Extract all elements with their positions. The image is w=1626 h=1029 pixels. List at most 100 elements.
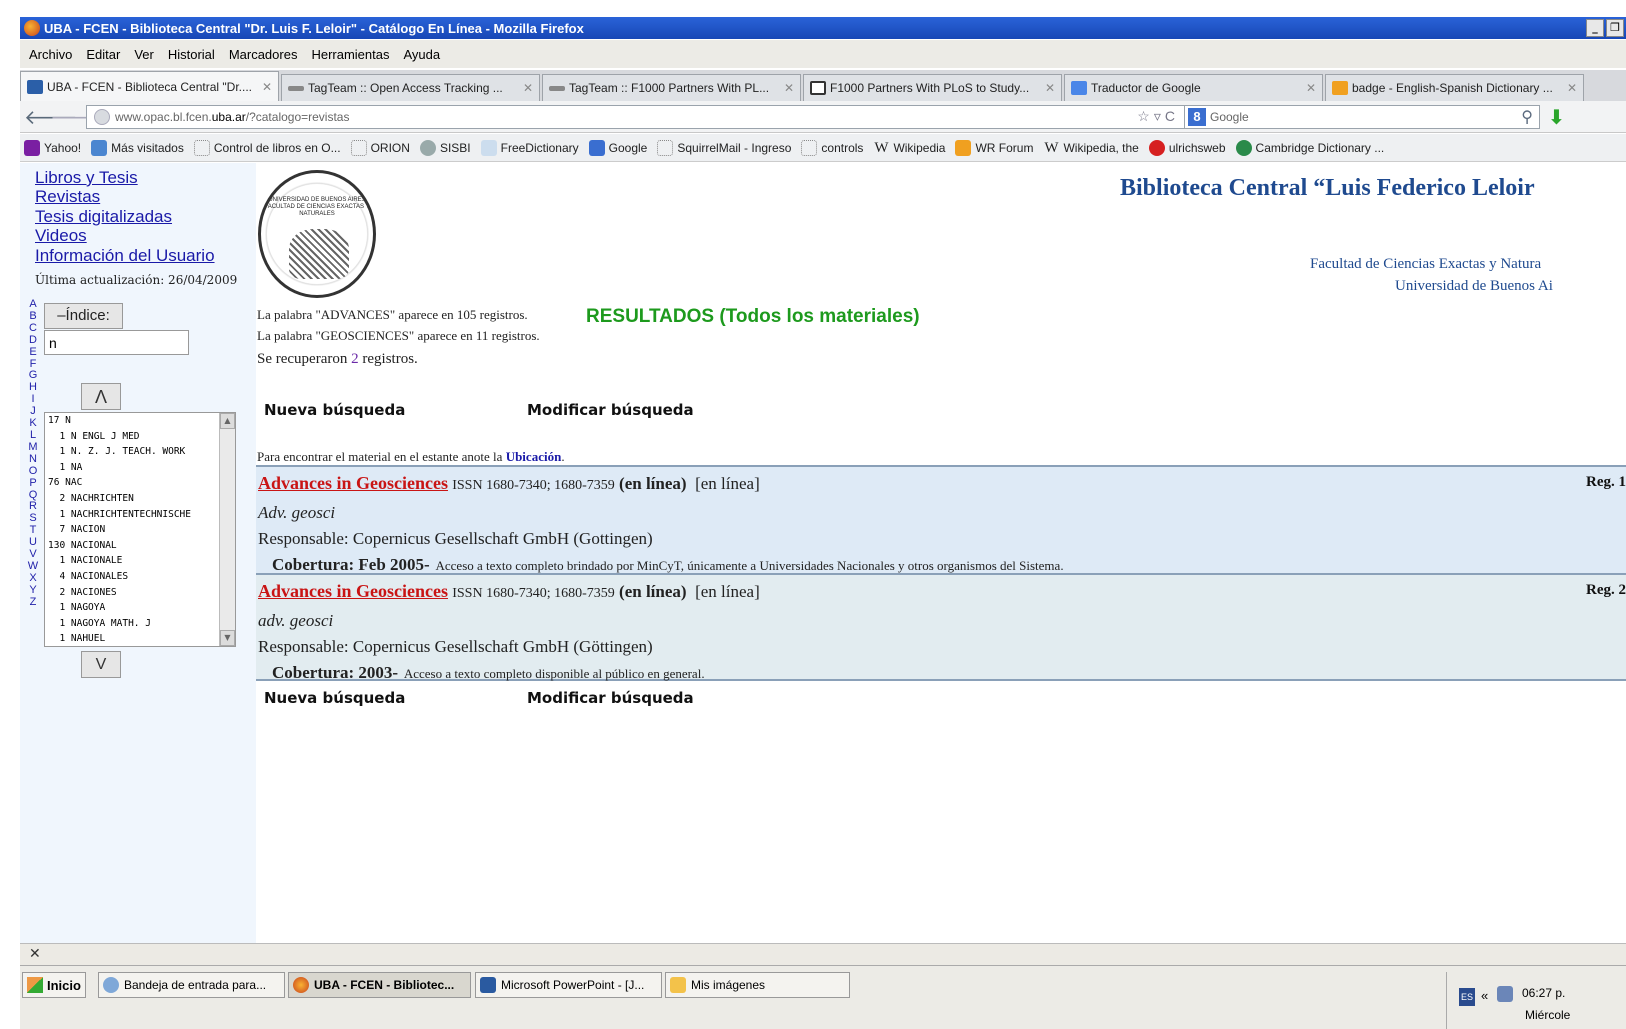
- link-tesis-digitalizadas[interactable]: Tesis digitalizadas: [35, 207, 172, 227]
- index-item[interactable]: 1 NA: [45, 460, 235, 476]
- scroll-up-arrow-icon[interactable]: ▲: [220, 413, 235, 429]
- link-revistas[interactable]: Revistas: [35, 187, 100, 207]
- menu-herramientas[interactable]: Herramientas: [311, 47, 389, 62]
- index-item[interactable]: 1 NAGOYA: [45, 600, 235, 616]
- tab-uba-fcen[interactable]: UBA - FCEN - Biblioteca Central "Dr.... …: [20, 71, 279, 101]
- record-title-link[interactable]: Advances in Geosciences: [258, 581, 448, 601]
- close-tab-icon[interactable]: ✕: [1045, 81, 1055, 95]
- index-item[interactable]: 1 NAHUEL: [45, 631, 235, 646]
- close-tab-icon[interactable]: ✕: [262, 80, 272, 94]
- menu-marcadores[interactable]: Marcadores: [229, 47, 298, 62]
- index-item[interactable]: 7 NACION: [45, 522, 235, 538]
- search-box[interactable]: 8 Google ⚲: [1184, 105, 1540, 129]
- alphabet-letter[interactable]: D: [27, 334, 39, 347]
- link-informacion-usuario[interactable]: Información del Usuario: [35, 246, 215, 266]
- close-find-bar-icon[interactable]: ✕: [29, 946, 41, 962]
- taskbar-item-firefox[interactable]: UBA - FCEN - Bibliotec...: [288, 972, 471, 998]
- bookmark-mas-visitados[interactable]: Más visitados: [91, 139, 184, 156]
- tab-tagteam-oa[interactable]: TagTeam :: Open Access Tracking ... ✕: [281, 74, 540, 101]
- tab-traductor[interactable]: Traductor de Google ✕: [1064, 74, 1323, 101]
- back-arrow-icon[interactable]: 🡐: [24, 105, 78, 129]
- clock-time[interactable]: 06:27 p.: [1522, 986, 1565, 1000]
- alphabet-letter[interactable]: Y: [27, 584, 39, 597]
- tab-badge-dictionary[interactable]: badge - English-Spanish Dictionary ... ✕: [1325, 74, 1584, 101]
- index-item[interactable]: 1 N ENGL J MED: [45, 429, 235, 445]
- tab-tagteam-f1000[interactable]: TagTeam :: F1000 Partners With PL... ✕: [542, 74, 801, 101]
- url-bar[interactable]: www.opac.bl.fcen. uba.ar/?catalogo=revist…: [86, 105, 1186, 129]
- index-item[interactable]: 76 NAC: [45, 475, 235, 491]
- taskbar-item-images[interactable]: Mis imágenes: [665, 972, 850, 998]
- record-title-link[interactable]: Advances in Geosciences: [258, 473, 448, 493]
- modificar-busqueda-button-bottom[interactable]: Modificar búsqueda: [527, 689, 694, 707]
- modificar-busqueda-button-top[interactable]: Modificar búsqueda: [527, 401, 694, 419]
- taskbar-label: Microsoft PowerPoint - [J...: [501, 978, 645, 992]
- bookmark-cambridge[interactable]: Cambridge Dictionary ...: [1235, 139, 1384, 156]
- alphabet-letter[interactable]: C: [27, 322, 39, 335]
- bookmark-freedictionary[interactable]: FreeDictionary: [480, 139, 579, 156]
- alphabet-letter[interactable]: N: [27, 453, 39, 466]
- bookmark-yahoo[interactable]: Yahoo!: [24, 139, 81, 156]
- bookmark-control-libros[interactable]: Control de libros en O...: [193, 139, 341, 156]
- close-tab-icon[interactable]: ✕: [523, 81, 533, 95]
- scroll-down-arrow-icon[interactable]: ▼: [220, 630, 235, 646]
- bookmark-sisbi[interactable]: SISBI: [419, 139, 471, 156]
- scroll-up-button[interactable]: Λ: [81, 383, 121, 410]
- index-item[interactable]: 2 NACIONES: [45, 585, 235, 601]
- tab-f1000-plos[interactable]: F1000 Partners With PLoS to Study... ✕: [803, 74, 1062, 101]
- link-libros-tesis[interactable]: Libros y Tesis: [35, 168, 138, 188]
- start-button[interactable]: Inicio: [22, 972, 86, 998]
- language-indicator[interactable]: ES: [1459, 988, 1475, 1006]
- close-tab-icon[interactable]: ✕: [1567, 81, 1577, 95]
- network-icon[interactable]: [1497, 986, 1513, 1002]
- index-item[interactable]: 130 NACIONAL: [45, 538, 235, 554]
- bookmark-wikipedia[interactable]: W Wikipedia: [873, 140, 945, 156]
- alphabet-letter[interactable]: X: [27, 572, 39, 585]
- search-icon[interactable]: ⚲: [1521, 107, 1533, 127]
- download-icon[interactable]: ⬇: [1548, 105, 1565, 129]
- bookmark-ulrichsweb[interactable]: ulrichsweb: [1148, 139, 1226, 156]
- menu-archivo[interactable]: Archivo: [29, 47, 72, 62]
- indice-input[interactable]: [44, 330, 189, 355]
- bookmark-reload-icons[interactable]: ☆▿C: [1137, 108, 1179, 125]
- bookmark-controls[interactable]: controls: [801, 139, 863, 156]
- index-item[interactable]: 1 NACIONALE: [45, 553, 235, 569]
- index-listbox[interactable]: 17 N 1 N ENGL J MED 1 N. Z. J. TEACH. WO…: [44, 412, 236, 647]
- index-item[interactable]: 2 NACHRICHTEN: [45, 491, 235, 507]
- ubicacion-link[interactable]: Ubicación: [506, 449, 562, 464]
- google-engine-icon[interactable]: 8: [1188, 108, 1206, 126]
- close-tab-icon[interactable]: ✕: [1306, 81, 1316, 95]
- taskbar-item-mail[interactable]: Bandeja de entrada para...: [98, 972, 285, 998]
- alphabet-letter[interactable]: O: [27, 465, 39, 478]
- menu-ver[interactable]: Ver: [134, 47, 154, 62]
- index-item[interactable]: 17 N: [45, 413, 235, 429]
- minimize-button[interactable]: _: [1586, 19, 1604, 37]
- menu-editar[interactable]: Editar: [86, 47, 120, 62]
- bookmark-squirrelmail[interactable]: SquirrelMail - Ingreso: [657, 139, 791, 156]
- index-scrollbar[interactable]: ▲ ▼: [219, 413, 235, 646]
- restore-button[interactable]: ❐: [1606, 19, 1624, 37]
- nueva-busqueda-button-top[interactable]: Nueva búsqueda: [264, 401, 405, 419]
- close-tab-icon[interactable]: ✕: [784, 81, 794, 95]
- bookmark-wikipedia-the[interactable]: W Wikipedia, the: [1043, 140, 1138, 156]
- taskbar-item-powerpoint[interactable]: Microsoft PowerPoint - [J...: [475, 972, 662, 998]
- alphabet-index[interactable]: ABCDEFGHIJKLMNOPQRSTUVWXYZ: [27, 298, 39, 609]
- menu-ayuda[interactable]: Ayuda: [403, 47, 440, 62]
- forward-arrow-icon[interactable]: 🡒: [50, 105, 104, 129]
- bookmark-wr-forum[interactable]: WR Forum: [955, 139, 1033, 156]
- nueva-busqueda-button-bottom[interactable]: Nueva búsqueda: [264, 689, 405, 707]
- index-item[interactable]: 1 N. Z. J. TEACH. WORK: [45, 444, 235, 460]
- expand-tray-icon[interactable]: «: [1481, 988, 1488, 1003]
- bookmark-orion[interactable]: ORION: [350, 139, 410, 156]
- bookmark-google[interactable]: Google: [588, 139, 647, 156]
- scroll-down-button[interactable]: V: [81, 651, 121, 678]
- link-videos[interactable]: Videos: [35, 226, 87, 246]
- alphabet-letter[interactable]: E: [27, 346, 39, 359]
- index-item[interactable]: 1 NAGOYA MATH. J: [45, 616, 235, 632]
- index-item[interactable]: 4 NACIONALES: [45, 569, 235, 585]
- indice-button[interactable]: –Índice:: [44, 303, 123, 329]
- alphabet-letter[interactable]: P: [27, 477, 39, 490]
- alphabet-letter[interactable]: M: [27, 441, 39, 454]
- menu-historial[interactable]: Historial: [168, 47, 215, 62]
- index-item[interactable]: 1 NACHRICHTENTECHNISCHE: [45, 507, 235, 523]
- alphabet-letter[interactable]: Z: [27, 596, 39, 609]
